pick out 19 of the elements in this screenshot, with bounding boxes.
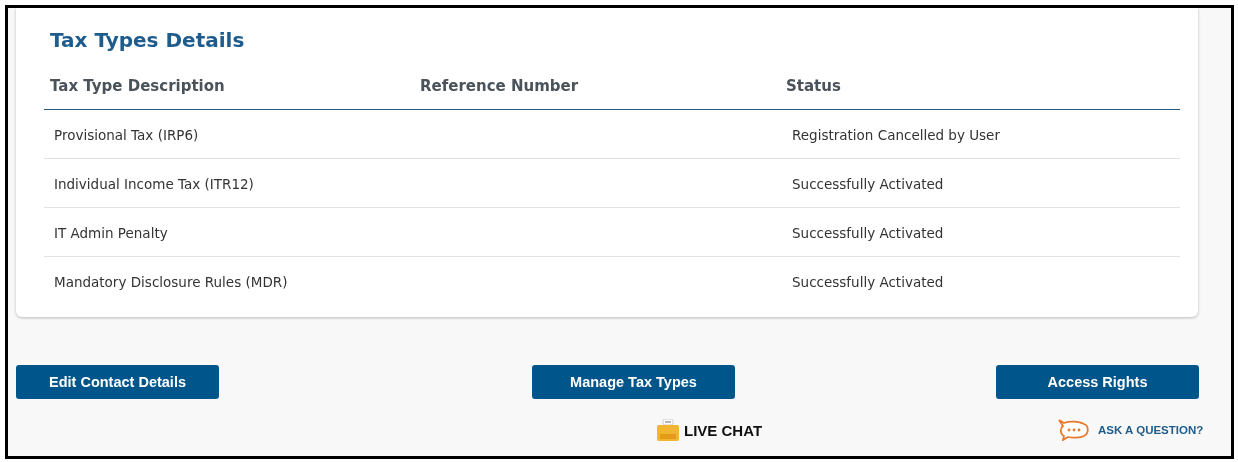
action-button[interactable]: Manage Tax Types xyxy=(532,365,735,399)
table-cell: Successfully Activated xyxy=(792,273,944,290)
table-cell: Successfully Activated xyxy=(792,175,944,192)
speech-bubble-icon xyxy=(1058,419,1091,441)
column-header: Status xyxy=(786,77,841,95)
action-button[interactable]: Access Rights xyxy=(996,365,1199,399)
table-cell: IT Admin Penalty xyxy=(54,224,168,241)
table-cell: Provisional Tax (IRP6) xyxy=(54,126,199,143)
column-header: Tax Type Description xyxy=(50,77,225,95)
table-cell: Registration Cancelled by User xyxy=(792,126,1000,143)
chat-badge-icon xyxy=(656,419,680,441)
table-cell: Successfully Activated xyxy=(792,224,944,241)
column-header: Reference Number xyxy=(420,77,579,95)
table-cell: Mandatory Disclosure Rules (MDR) xyxy=(54,273,288,290)
table-cell: Individual Income Tax (ITR12) xyxy=(54,175,254,192)
section-title: Tax Types Details xyxy=(50,28,245,52)
action-button[interactable]: Edit Contact Details xyxy=(16,365,219,399)
ask-question-link[interactable]: ASK A QUESTION? xyxy=(1058,419,1204,441)
live-chat-link[interactable]: LIVE CHAT xyxy=(656,419,763,441)
